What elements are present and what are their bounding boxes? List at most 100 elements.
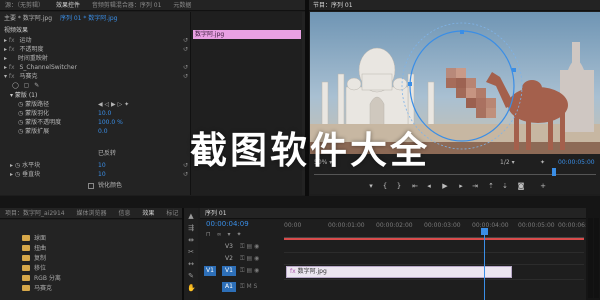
stopwatch-icon[interactable]: ◷ (15, 171, 22, 178)
prop-value[interactable]: 100.0 % (98, 118, 123, 127)
prop-value[interactable]: 10.0 (98, 109, 111, 118)
effect-folder-item[interactable]: 复制 (22, 254, 46, 264)
track-v3-lane[interactable] (284, 242, 584, 253)
selection-tool-icon[interactable]: ▲ (187, 212, 195, 220)
timeline-clip[interactable]: fx 数字阿.jpg (286, 266, 512, 278)
program-playhead[interactable] (552, 168, 556, 176)
source-patch-v1[interactable]: V1 (204, 266, 216, 276)
playhead-handle[interactable] (481, 228, 488, 235)
reset-icon[interactable]: ↺ (183, 45, 188, 54)
tab-effects[interactable]: 效果 (137, 208, 159, 218)
track-a1-lane[interactable] (284, 282, 584, 296)
tab-markers[interactable]: 标记 (161, 208, 182, 218)
clip-name: 数字阿.jpg (297, 268, 327, 275)
play-icon[interactable]: ▶ (440, 182, 450, 191)
track-v1-label[interactable]: V1 (222, 266, 236, 276)
reset-icon[interactable]: ↺ (183, 72, 188, 81)
marker-icon[interactable]: ▾ (366, 182, 376, 191)
prop-value[interactable]: 10 (98, 161, 106, 170)
track-v2-toggles[interactable]: ⚿ ▤ ◉ (240, 254, 259, 263)
track-select-tool-icon[interactable]: ⇶ (187, 224, 195, 232)
inverted-label: 已反转 (98, 150, 117, 157)
out-point-icon[interactable]: } (394, 182, 404, 191)
mask-prop-path[interactable]: ◷ 蒙版路径 ◀ ◁ ▶ ▷ ✦ (18, 100, 188, 109)
track-a1-label[interactable]: A1 (222, 282, 236, 292)
tab-effect-controls[interactable]: 效果控件 (51, 0, 85, 10)
prop-value[interactable]: 10 (98, 170, 106, 179)
track-v2-label[interactable]: V2 (222, 254, 236, 264)
effect-row-opacity[interactable]: ▸ fx 不透明度 ↺ (4, 45, 188, 54)
hand-tool-icon[interactable]: ✋ (187, 284, 196, 292)
go-to-out-icon[interactable]: ⇥ (470, 182, 480, 191)
panel-divider[interactable] (0, 196, 600, 208)
ripple-edit-tool-icon[interactable]: ⇹ (187, 236, 195, 244)
effect-folder-item[interactable]: 移位 (22, 264, 46, 274)
mask-group[interactable]: ▾ 蒙版 (1) (10, 91, 37, 100)
effect-folder-item[interactable]: 马赛克 (22, 284, 52, 294)
timeline-panel: 00:00:04:09 ⊓ ∞ ▾ ✦ 00:00 00:00:01:00 00… (200, 220, 595, 300)
pen-mask-icon[interactable]: ✎ (34, 82, 39, 89)
lift-icon[interactable]: ⇡ (486, 182, 496, 191)
ellipse-mask-icon[interactable]: ◯ (12, 82, 19, 89)
stopwatch-icon[interactable]: ◷ (15, 162, 22, 169)
in-point-icon[interactable]: { (380, 182, 390, 191)
project-tabbar: 项目：数字阿_ai2914 媒体浏览器 信息 效果 标记 (0, 208, 182, 219)
effect-row-motion[interactable]: ▸ fx 运动 ↺ (4, 36, 188, 45)
timeline-settings-icon[interactable]: ✦ (236, 231, 241, 238)
track-v2-lane[interactable] (284, 254, 584, 265)
panel-divider[interactable] (182, 208, 184, 300)
effect-folder-item[interactable]: 球面 (22, 234, 46, 244)
timeline-playhead[interactable] (484, 228, 485, 300)
tab-metadata[interactable]: 元数据 (168, 0, 196, 10)
effect-folder-item[interactable]: RGB 分离 (22, 274, 61, 284)
effect-row-time-remap[interactable]: ▸ 时间重映射 (4, 54, 188, 63)
effect-folder-item[interactable]: 扭曲 (22, 244, 46, 254)
mini-clip-bar[interactable]: 数字阿.jpg (193, 30, 301, 39)
timeline-timecode[interactable]: 00:00:04:09 (206, 220, 249, 229)
pen-tool-icon[interactable]: ✎ (187, 272, 195, 280)
breadcrumb-sequence[interactable]: 序列 01 * 数字阿.jpg (60, 15, 118, 22)
razor-tool-icon[interactable]: ✂ (187, 248, 195, 256)
tab-source[interactable]: 源：（无剪辑） (0, 0, 49, 10)
settings-wrench-icon[interactable]: ✦ (540, 158, 545, 167)
timeline-ruler[interactable]: 00:00 00:00:01:00 00:00:02:00 00:00:03:0… (284, 222, 595, 238)
go-to-in-icon[interactable]: ⇤ (410, 182, 420, 191)
track-v1-toggles[interactable]: ⚿ ▤ ◉ (240, 266, 259, 275)
reset-icon[interactable]: ↺ (183, 36, 188, 45)
tab-media-browser[interactable]: 媒体浏览器 (72, 208, 112, 218)
mask-prop-opacity[interactable]: ◷ 蒙版不透明度 100.0 % (18, 118, 188, 127)
step-back-icon[interactable]: ◂ (424, 182, 434, 191)
top-tabbar: 源：（无剪辑） 效果控件 音频剪辑混合器：序列 01 元数据 (0, 0, 305, 11)
step-forward-icon[interactable]: ▸ (456, 182, 466, 191)
work-area-bar[interactable] (284, 238, 584, 240)
reset-icon[interactable]: ↺ (183, 63, 188, 72)
add-marker-icon[interactable]: ▾ (228, 231, 231, 238)
tab-project[interactable]: 项目：数字阿_ai2914 (0, 208, 70, 218)
linked-selection-icon[interactable]: ∞ (217, 231, 222, 238)
checkbox-box[interactable] (88, 183, 94, 189)
tab-sequence[interactable]: 序列 01 (200, 208, 232, 218)
inverted-checkbox[interactable]: 已反转 (98, 149, 116, 158)
folder-icon (22, 285, 30, 291)
snap-icon[interactable]: ⊓ (206, 231, 211, 238)
tab-program[interactable]: 节目：序列 01 (308, 0, 358, 10)
track-v3-toggles[interactable]: ⚿ ▤ ◉ (240, 242, 259, 251)
mask-path-controls[interactable]: ◀ ◁ ▶ ▷ ✦ (98, 100, 129, 109)
tab-info[interactable]: 信息 (113, 208, 135, 218)
tab-audio-mixer[interactable]: 音频剪辑混合器：序列 01 (87, 0, 167, 10)
export-frame-icon[interactable]: ◙ (516, 182, 526, 191)
track-v3-label[interactable]: V3 (222, 242, 236, 252)
effect-row-channel-switcher[interactable]: ▸ fx S_ChannelSwitcher ↺ (4, 63, 188, 72)
expand-arrow-icon[interactable]: ▸ (4, 55, 9, 62)
mask-prop-feather[interactable]: ◷ 蒙版羽化 10.0 (18, 109, 188, 118)
prop-value[interactable]: 0.0 (98, 127, 108, 136)
quality-select[interactable]: 1/2 ▾ (500, 158, 515, 167)
effect-row-mosaic[interactable]: ▾ fx 马赛克 ↺ (4, 72, 188, 81)
extract-icon[interactable]: ⇣ (500, 182, 510, 191)
rect-mask-icon[interactable]: ▢ (24, 82, 30, 89)
sharp-colors-checkbox[interactable]: 锐化颜色 (88, 181, 122, 190)
slip-tool-icon[interactable]: ↔ (187, 260, 195, 268)
track-a1-toggles[interactable]: ⚿ M S (240, 282, 257, 291)
timeline-toolbar: ⊓ ∞ ▾ ✦ (206, 230, 242, 239)
add-button-icon[interactable]: + (538, 182, 548, 191)
